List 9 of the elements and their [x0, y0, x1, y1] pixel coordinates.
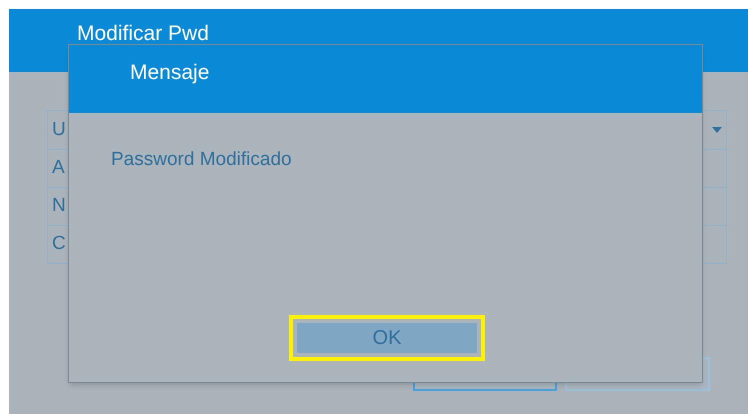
- field-label: A: [52, 156, 65, 180]
- window-title: Modificar Pwd: [77, 21, 209, 47]
- dialog-message: Password Modificado: [111, 149, 292, 170]
- field-label: N: [52, 194, 66, 218]
- dropdown-caret-icon[interactable]: [712, 127, 722, 133]
- field-label: C: [52, 232, 66, 256]
- dialog-title: Mensaje: [130, 60, 210, 86]
- ok-button[interactable]: OK: [297, 323, 477, 353]
- field-label: U: [52, 118, 66, 142]
